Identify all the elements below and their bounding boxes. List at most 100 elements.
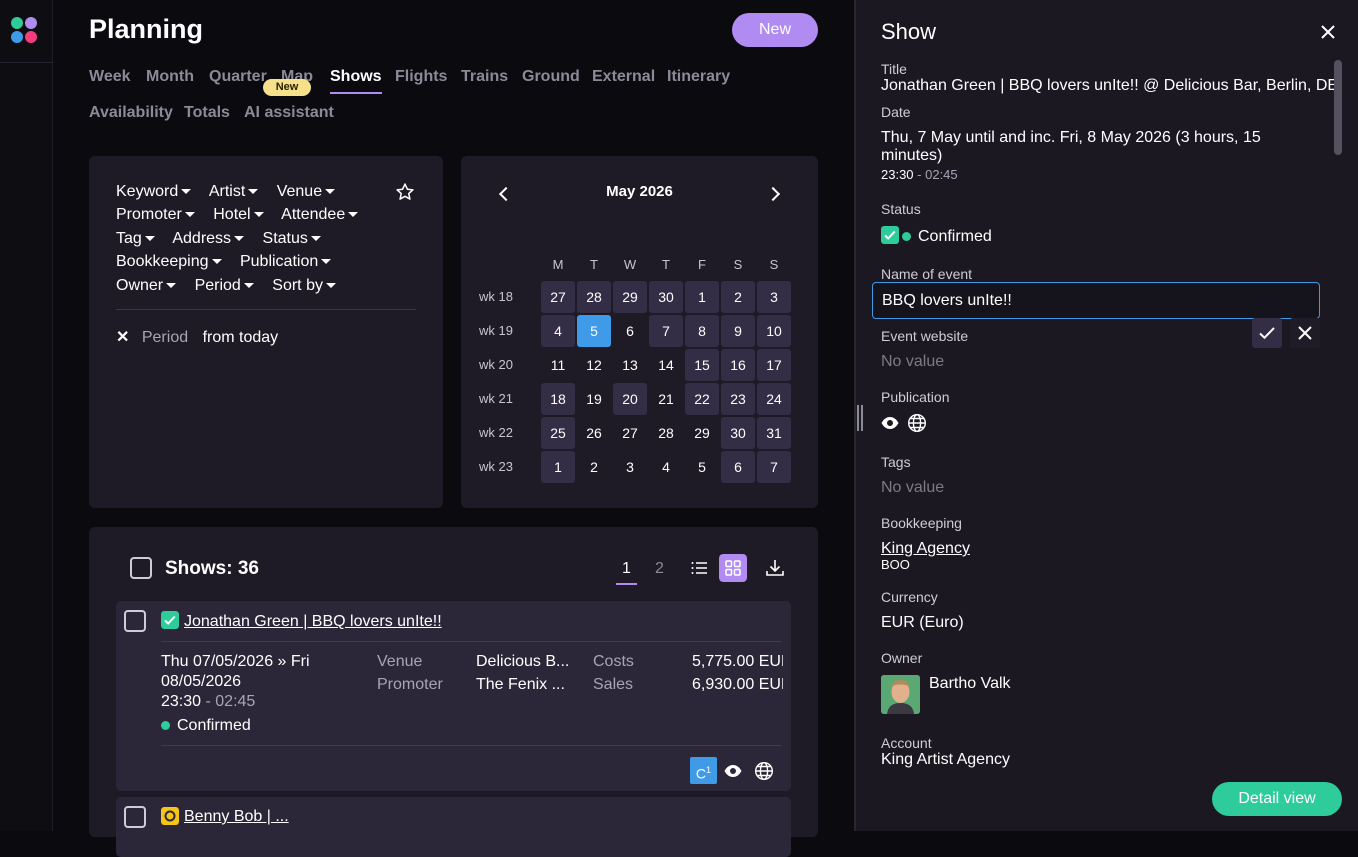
calendar-day[interactable]: 27: [541, 281, 575, 313]
event-name-input[interactable]: BBQ lovers unIte!!: [872, 282, 1320, 319]
calendar-day[interactable]: 2: [577, 451, 611, 483]
show-card[interactable]: Benny Bob | ...: [116, 797, 791, 857]
calendar-day[interactable]: 12: [577, 349, 611, 381]
filter-artist[interactable]: Artist: [209, 183, 259, 200]
calendar-day[interactable]: 21: [649, 383, 683, 415]
calendar-day[interactable]: 16: [721, 349, 755, 381]
confirm-edit-icon[interactable]: [1252, 318, 1282, 348]
website-value[interactable]: No value: [881, 353, 944, 371]
filter-bookkeeping[interactable]: Bookkeeping: [116, 253, 222, 270]
filter-publication[interactable]: Publication: [240, 253, 332, 270]
globe-icon[interactable]: [754, 761, 774, 781]
filter-promoter[interactable]: Promoter: [116, 206, 195, 223]
cancel-edit-icon[interactable]: [1290, 318, 1320, 348]
tab-week[interactable]: Week: [89, 68, 131, 86]
tab-quarter[interactable]: Quarter: [209, 68, 267, 86]
show-card[interactable]: Jonathan Green | BBQ lovers unIte!! Thu …: [116, 601, 791, 791]
calendar-day[interactable]: 1: [541, 451, 575, 483]
contract-badge[interactable]: C1: [690, 757, 717, 784]
calendar-day[interactable]: 3: [613, 451, 647, 483]
bookkeeping-link[interactable]: King Agency: [881, 540, 970, 558]
date-value-line2[interactable]: minutes): [881, 147, 942, 165]
calendar-day[interactable]: 19: [577, 383, 611, 415]
star-icon[interactable]: [395, 182, 415, 202]
account-value[interactable]: King Artist Agency: [881, 751, 1010, 769]
tab-availability[interactable]: Availability: [89, 104, 173, 122]
new-button[interactable]: New: [732, 13, 818, 47]
scrollbar-thumb[interactable]: [1334, 60, 1342, 155]
week-number[interactable]: wk 21: [479, 383, 529, 415]
filter-owner[interactable]: Owner: [116, 277, 177, 294]
calendar-day[interactable]: 28: [577, 281, 611, 313]
calendar-day[interactable]: 29: [613, 281, 647, 313]
calendar-day[interactable]: 22: [685, 383, 719, 415]
calendar-day[interactable]: 6: [613, 315, 647, 347]
calendar-day[interactable]: 28: [649, 417, 683, 449]
calendar-day[interactable]: 26: [577, 417, 611, 449]
calendar-day[interactable]: 27: [613, 417, 647, 449]
calendar-day[interactable]: 9: [721, 315, 755, 347]
filter-status[interactable]: Status: [263, 230, 321, 247]
calendar-day[interactable]: 2: [721, 281, 755, 313]
week-number[interactable]: wk 20: [479, 349, 529, 381]
calendar-day[interactable]: 7: [649, 315, 683, 347]
calendar-day[interactable]: 18: [541, 383, 575, 415]
calendar-day[interactable]: 13: [613, 349, 647, 381]
calendar-day[interactable]: 1: [685, 281, 719, 313]
filter-hotel[interactable]: Hotel: [213, 206, 264, 223]
select-all-checkbox[interactable]: [130, 557, 152, 579]
close-icon[interactable]: [1318, 22, 1338, 42]
tab-ground[interactable]: Ground: [522, 68, 580, 86]
resize-handle[interactable]: [857, 405, 863, 431]
calendar-day[interactable]: 4: [541, 315, 575, 347]
calendar-day-selected[interactable]: 5: [577, 315, 611, 347]
globe-icon[interactable]: [907, 413, 927, 433]
date-value-line1[interactable]: Thu, 7 May until and inc. Fri, 8 May 202…: [881, 129, 1261, 147]
tab-flights[interactable]: Flights: [395, 68, 447, 86]
eye-icon[interactable]: [880, 413, 900, 433]
calendar-day[interactable]: 30: [721, 417, 755, 449]
calendar-day[interactable]: 7: [757, 451, 791, 483]
week-number[interactable]: wk 22: [479, 417, 529, 449]
panel-scrollbar[interactable]: [1334, 60, 1342, 770]
status-value[interactable]: Confirmed: [881, 226, 992, 246]
calendar-day[interactable]: 24: [757, 383, 791, 415]
filter-attendee[interactable]: Attendee: [281, 206, 359, 223]
list-view-icon[interactable]: [686, 554, 714, 582]
calendar-day[interactable]: 30: [649, 281, 683, 313]
calendar-day[interactable]: 11: [541, 349, 575, 381]
tab-trains[interactable]: Trains: [461, 68, 508, 86]
page-2[interactable]: 2: [655, 560, 664, 578]
calendar-day[interactable]: 20: [613, 383, 647, 415]
show-title-link[interactable]: Benny Bob | ...: [184, 808, 289, 826]
tab-shows[interactable]: Shows: [330, 68, 382, 94]
grid-view-icon[interactable]: [719, 554, 747, 582]
week-number[interactable]: wk 19: [479, 315, 529, 347]
calendar-day[interactable]: 29: [685, 417, 719, 449]
tab-external[interactable]: External: [592, 68, 655, 86]
filter-tag[interactable]: Tag: [116, 230, 155, 247]
calendar-day[interactable]: 23: [721, 383, 755, 415]
tab-totals[interactable]: Totals: [184, 104, 230, 122]
remove-filter-icon[interactable]: ✕: [116, 329, 129, 346]
show-checkbox[interactable]: [124, 806, 146, 828]
calendar-day[interactable]: 6: [721, 451, 755, 483]
week-number[interactable]: wk 23: [479, 451, 529, 483]
calendar-day[interactable]: 17: [757, 349, 791, 381]
week-number[interactable]: wk 18: [479, 281, 529, 313]
filter-venue[interactable]: Venue: [277, 183, 336, 200]
owner-name[interactable]: Bartho Valk: [929, 675, 1011, 693]
tab-month[interactable]: Month: [146, 68, 194, 86]
calendar-day[interactable]: 3: [757, 281, 791, 313]
calendar-day[interactable]: 25: [541, 417, 575, 449]
calendar-day[interactable]: 4: [649, 451, 683, 483]
title-value[interactable]: Jonathan Green | BBQ lovers unIte!! @ De…: [881, 77, 1338, 95]
tab-ai-assistant[interactable]: AI assistant: [244, 104, 334, 122]
app-logo-icon[interactable]: [9, 15, 41, 47]
detail-view-button[interactable]: Detail view: [1212, 782, 1342, 816]
sort-by[interactable]: Sort by: [272, 277, 336, 294]
currency-value[interactable]: EUR (Euro): [881, 614, 964, 632]
filter-address[interactable]: Address: [172, 230, 245, 247]
download-icon[interactable]: [761, 554, 789, 582]
calendar-day[interactable]: 10: [757, 315, 791, 347]
